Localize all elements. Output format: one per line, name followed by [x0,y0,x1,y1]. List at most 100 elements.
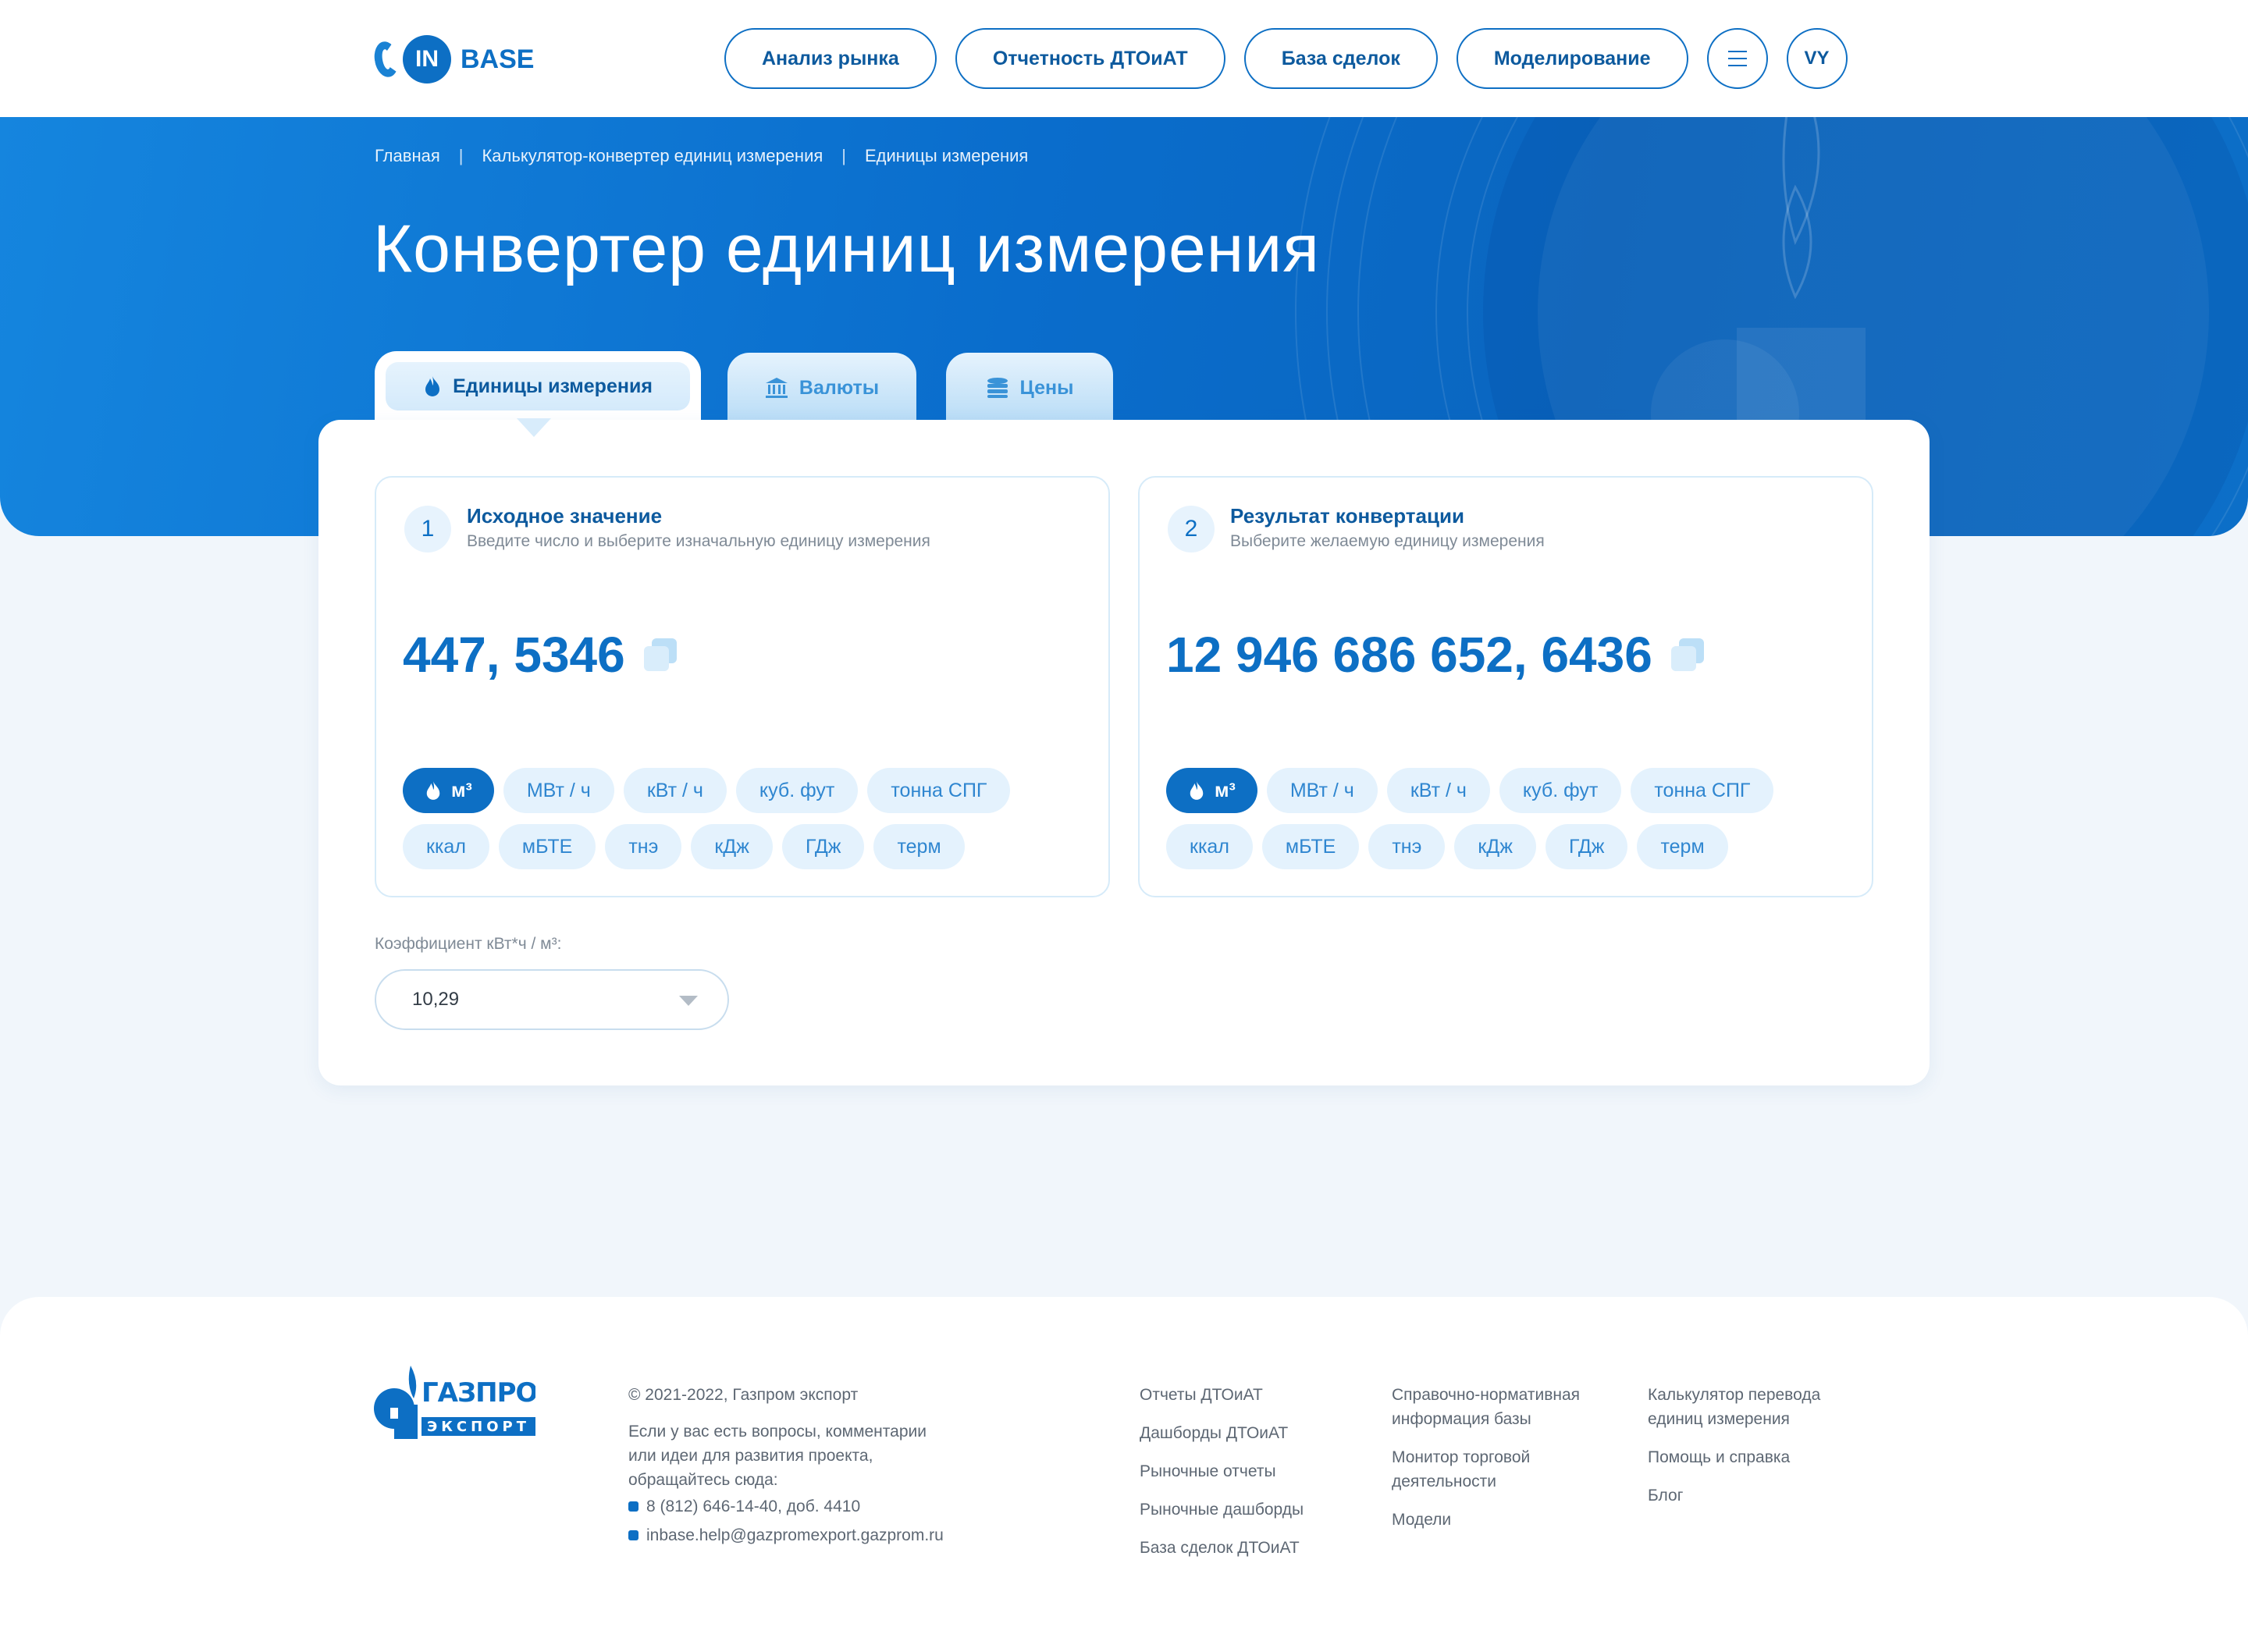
unit-chip-toe[interactable]: тнэ [605,824,682,869]
source-subtitle: Введите число и выберите изначальную еди… [467,532,930,550]
tab-prices[interactable]: Цены [946,353,1113,423]
breadcrumb-units: Единицы измерения [865,146,1029,165]
unit-chip-toe[interactable]: тнэ [1368,824,1446,869]
coefficient-label: Коэффициент кВт*ч / м³: [375,935,562,953]
step-number: 1 [404,506,451,552]
footer-link[interactable]: Помощь и справка [1648,1445,1882,1469]
unit-chip-therm[interactable]: терм [873,824,965,869]
result-panel: 2 Результат конвертации Выберите желаему… [1138,476,1873,897]
result-value: 12 946 686 652, 6436 [1166,626,1704,684]
unit-chip-lng-tonne[interactable]: тонна СПГ [867,768,1011,813]
footer-link[interactable]: Блог [1648,1483,1882,1508]
source-value: 447, 5346 [403,626,677,684]
svg-text:ЭКСПОРТ: ЭКСПОРТ [427,1419,530,1435]
unit-chip-therm[interactable]: терм [1637,824,1728,869]
breadcrumb-home[interactable]: Главная [375,146,440,166]
unit-chip-mmbtu[interactable]: мБТЕ [498,824,596,869]
unit-chip-mwh[interactable]: МВт / ч [503,768,614,813]
source-title: Исходное значение [467,504,663,528]
breadcrumb-separator: | [458,146,464,165]
breadcrumb-converter[interactable]: Калькулятор-конвертер единиц измерения [482,146,823,166]
phone-link[interactable]: 8 (812) 646-14-40, доб. 4410 [628,1492,944,1521]
svg-text:ГАЗПРОМ: ГАЗПРОМ [422,1377,535,1409]
unit-chip-m3[interactable]: м³ [403,768,494,813]
copy-icon[interactable] [1670,638,1704,671]
menu-button[interactable] [1706,28,1768,89]
nav-market-analysis[interactable]: Анализ рынка [724,28,937,89]
active-tab-pointer [517,418,551,437]
email-link[interactable]: inbase.help@gazpromexport.gazprom.ru [628,1521,944,1550]
nav-deals-base[interactable]: База сделок [1243,28,1438,89]
source-value-input[interactable]: 447, 5346 [403,626,625,684]
top-header: IN BASE Анализ рынка Отчетность ДТОиАТ Б… [0,0,2248,117]
footer-link[interactable]: Справочно-нормативная информация базы [1392,1383,1634,1431]
inbase-logo[interactable]: IN BASE [372,34,535,84]
unit-chip-kj[interactable]: кДж [691,824,773,869]
copyright: © 2021-2022, Газпром экспорт [628,1386,859,1404]
unit-chip-cubic-foot[interactable]: куб. фут [735,768,859,813]
coefficient-select[interactable]: 10,29 [375,969,729,1030]
hamburger-icon [1727,51,1747,66]
feedback-text: обращайтесь сюда: [628,1471,778,1489]
unit-chip-gj[interactable]: ГДж [1545,824,1628,869]
logo-base-text: BASE [461,44,535,74]
breadcrumb-separator: | [841,146,846,165]
gazprom-export-logo[interactable]: ГАЗПРОМ ЭКСПОРТ [373,1359,535,1441]
unit-chip-mwh[interactable]: МВт / ч [1266,768,1378,813]
footer-link[interactable]: База сделок ДТОиАТ [1140,1536,1374,1560]
unit-chip-m3[interactable]: м³ [1166,768,1257,813]
footer-links-col2: Отчеты ДТОиАТ Дашборды ДТОиАТ Рыночные о… [1140,1383,1374,1574]
unit-chip-kwh[interactable]: кВт / ч [1386,768,1490,813]
footer: ГАЗПРОМ ЭКСПОРТ © 2021-2022, Газпром экс… [0,1297,2248,1652]
nav-reporting[interactable]: Отчетность ДТОиАТ [955,28,1225,89]
logo-arc-icon [372,39,401,80]
result-title: Результат конвертации [1230,504,1464,528]
chevron-down-icon [679,996,698,1006]
source-unit-chips: м³ МВт / ч кВт / ч куб. фут тонна СПГ кк… [403,768,1090,880]
coefficient-value: 10,29 [412,989,460,1010]
unit-chip-kj[interactable]: кДж [1454,824,1536,869]
tab-units[interactable]: Единицы измерения [375,351,701,429]
tab-units-label: Единицы измерения [453,375,653,397]
result-subtitle: Выберите желаемую единицу измерения [1230,532,1545,550]
footer-link[interactable]: Монитор торговой деятельности [1392,1445,1634,1494]
result-unit-chips: м³ МВт / ч кВт / ч куб. фут тонна СПГ кк… [1166,768,1853,880]
main-nav: Анализ рынка Отчетность ДТОиАТ База сдел… [724,28,1848,89]
footer-link[interactable]: Калькулятор перевода единиц измерения [1648,1383,1882,1431]
unit-chip-mmbtu[interactable]: мБТЕ [1261,824,1360,869]
page-title: Конвертер единиц измерения [373,211,1320,286]
unit-chip-cubic-foot[interactable]: куб. фут [1499,768,1622,813]
logo-in-badge: IN [403,35,451,83]
footer-link[interactable]: Рыночные отчеты [1140,1459,1374,1483]
copy-icon[interactable] [643,638,677,671]
footer-link[interactable]: Рыночные дашборды [1140,1497,1374,1522]
unit-chip-kwh[interactable]: кВт / ч [623,768,727,813]
unit-chip-kcal[interactable]: ккал [403,824,489,869]
feedback-text: Если у вас есть вопросы, комментарии [628,1423,927,1441]
unit-chip-kcal[interactable]: ккал [1166,824,1253,869]
result-value-text: 12 946 686 652, 6436 [1166,627,1652,683]
step-number: 2 [1168,506,1215,552]
footer-link[interactable]: Отчеты ДТОиАТ [1140,1383,1374,1407]
phone-icon [628,1501,638,1512]
flame-icon [1190,781,1204,800]
user-avatar-button[interactable]: VY [1786,28,1848,89]
footer-links-col3: Справочно-нормативная информация базы Мон… [1392,1383,1634,1546]
footer-link[interactable]: Дашборды ДТОиАТ [1140,1421,1374,1445]
unit-chip-gj[interactable]: ГДж [781,824,865,869]
tab-currencies[interactable]: Валюты [727,353,916,423]
flame-icon [425,376,440,396]
footer-links-col4: Калькулятор перевода единиц измерения Пом… [1648,1383,1882,1522]
nav-modeling[interactable]: Моделирование [1456,28,1688,89]
coins-icon [987,378,1008,398]
footer-link[interactable]: Модели [1392,1508,1634,1532]
bank-icon [765,378,788,398]
unit-chip-lng-tonne[interactable]: тонна СПГ [1631,768,1774,813]
source-panel: 1 Исходное значение Введите число и выбе… [375,476,1110,897]
tab-prices-label: Цены [1019,376,1074,399]
footer-contacts: © 2021-2022, Газпром экспорт Если у вас … [628,1383,944,1550]
breadcrumb: Главная | Калькулятор-конвертер единиц и… [375,146,1028,166]
mail-icon [628,1530,638,1540]
converter-card: 1 Исходное значение Введите число и выбе… [318,420,1930,1085]
feedback-text: или идеи для развития проекта, [628,1447,873,1465]
